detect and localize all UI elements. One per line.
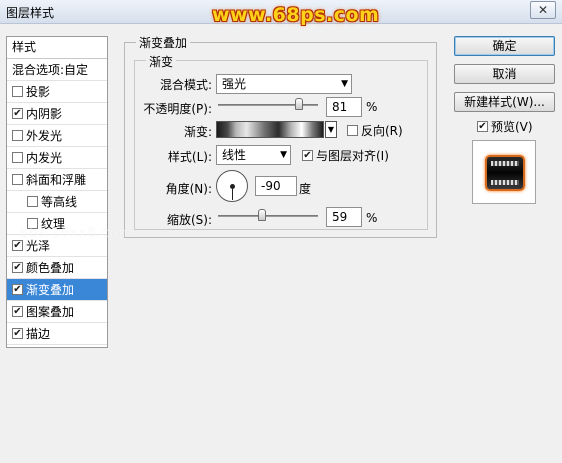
style-list-item[interactable]: ✔ 内阴影: [7, 103, 107, 125]
style-list: 样式 混合选项:自定 投影 ✔ 内阴影 外发光 内发光 斜面和浮雕 等高线 纹理 ✔ 光泽 ✔ 颜色叠加…: [6, 36, 108, 348]
style-list-item-label: 渐变叠加: [26, 283, 75, 297]
opacity-percent-sign: %: [366, 100, 378, 114]
window-title: 图层样式: [6, 6, 55, 20]
angle-dial[interactable]: [216, 170, 248, 202]
gradient-preview[interactable]: [216, 121, 324, 138]
style-list-item[interactable]: 外发光: [7, 125, 107, 147]
checkbox-checked-icon[interactable]: ✔: [12, 306, 23, 317]
style-list-item-label: 内发光: [26, 151, 63, 165]
style-list-item-label: 斜面和浮雕: [26, 173, 87, 187]
opacity-label: 不透明度(P):: [143, 102, 212, 116]
style-list-item[interactable]: 内发光: [7, 147, 107, 169]
scale-label: 缩放(S):: [166, 213, 212, 227]
watermark-logo: www.68ps.com: [212, 4, 380, 26]
style-list-item-label: 图案叠加: [26, 305, 75, 319]
angle-input[interactable]: -90: [255, 176, 297, 196]
scale-slider-track[interactable]: [218, 215, 318, 217]
faint-watermark: bbs.16xx8.com: [20, 226, 133, 241]
angle-center-dot: [230, 184, 235, 189]
ok-button[interactable]: 确定: [454, 36, 555, 56]
preview-thumbnail: [485, 155, 525, 191]
new-style-button[interactable]: 新建样式(W)...: [454, 92, 555, 112]
cancel-button[interactable]: 取消: [454, 64, 555, 84]
scale-input[interactable]: 59: [326, 207, 362, 227]
blend-mode-label: 混合模式:: [159, 78, 212, 92]
style-select[interactable]: 线性 ▼: [216, 145, 291, 165]
align-label: 与图层对齐(I): [316, 149, 389, 163]
dropdown-arrow-icon: ▼: [280, 150, 287, 160]
style-list-item-label: 描边: [26, 327, 51, 341]
style-list-item[interactable]: ✔ 渐变叠加: [7, 279, 107, 301]
style-preview: [472, 140, 536, 204]
style-list-item-label: 外发光: [26, 129, 63, 143]
checkbox-checked-icon: ✔: [477, 121, 488, 132]
checkbox-checked-icon: ✔: [302, 150, 313, 161]
checkbox-checked-icon[interactable]: ✔: [12, 240, 23, 251]
checkbox-icon: [347, 125, 358, 136]
style-label: 样式(L):: [167, 150, 212, 164]
style-value: 线性: [222, 148, 247, 162]
gradient-dropdown-icon[interactable]: ▼: [325, 121, 337, 138]
style-list-item-label: 等高线: [41, 195, 78, 209]
style-list-item-label: 光泽: [26, 239, 51, 253]
checkbox-icon[interactable]: [12, 174, 23, 185]
dropdown-arrow-icon: ▼: [341, 79, 348, 89]
checkbox-icon[interactable]: [12, 130, 23, 141]
checkbox-icon[interactable]: [27, 196, 38, 207]
style-list-item[interactable]: 混合选项:自定: [7, 59, 107, 81]
align-with-layer-checkbox[interactable]: ✔ 与图层对齐(I): [302, 147, 389, 164]
checkbox-checked-icon[interactable]: ✔: [12, 284, 23, 295]
blend-mode-select[interactable]: 强光 ▼: [216, 74, 352, 94]
reverse-label: 反向(R): [361, 124, 403, 138]
scale-slider-handle[interactable]: [257, 209, 266, 221]
style-list-item[interactable]: ✔ 描边: [7, 323, 107, 345]
opacity-slider-handle[interactable]: [295, 98, 303, 110]
opacity-input[interactable]: 81: [326, 97, 362, 117]
opacity-slider-track[interactable]: [218, 104, 318, 106]
group-title: 渐变叠加: [136, 34, 191, 51]
checkbox-icon[interactable]: [12, 86, 23, 97]
angle-unit: 度: [299, 182, 312, 196]
checkbox-icon[interactable]: [12, 152, 23, 163]
preview-label: 预览(V): [491, 120, 533, 134]
reverse-checkbox[interactable]: 反向(R): [347, 122, 403, 139]
style-list-item-label: 混合选项:自定: [12, 63, 89, 77]
style-list-item[interactable]: ✔ 颜色叠加: [7, 257, 107, 279]
checkbox-checked-icon[interactable]: ✔: [12, 328, 23, 339]
scale-percent-sign: %: [366, 211, 378, 225]
style-list-item-label: 颜色叠加: [26, 261, 75, 275]
preview-checkbox[interactable]: ✔ 预览(V): [477, 118, 533, 135]
blend-mode-value: 强光: [222, 77, 247, 91]
style-list-item[interactable]: ✔ 图案叠加: [7, 301, 107, 323]
checkbox-checked-icon[interactable]: ✔: [12, 262, 23, 273]
checkbox-checked-icon[interactable]: ✔: [12, 108, 23, 119]
style-list-item[interactable]: 斜面和浮雕: [7, 169, 107, 191]
style-list-item-label: 投影: [26, 85, 51, 99]
title-bar: 图层样式 www.68ps.com ✕: [0, 0, 562, 26]
style-list-item-label: 内阴影: [26, 107, 63, 121]
style-list-item[interactable]: 投影: [7, 81, 107, 103]
style-list-item[interactable]: 等高线: [7, 191, 107, 213]
style-list-header[interactable]: 样式: [7, 37, 107, 59]
gradient-label: 渐变:: [183, 125, 212, 139]
close-button[interactable]: ✕: [530, 1, 556, 19]
angle-label: 角度(N):: [165, 182, 212, 196]
subgroup-title: 渐变: [146, 53, 177, 70]
